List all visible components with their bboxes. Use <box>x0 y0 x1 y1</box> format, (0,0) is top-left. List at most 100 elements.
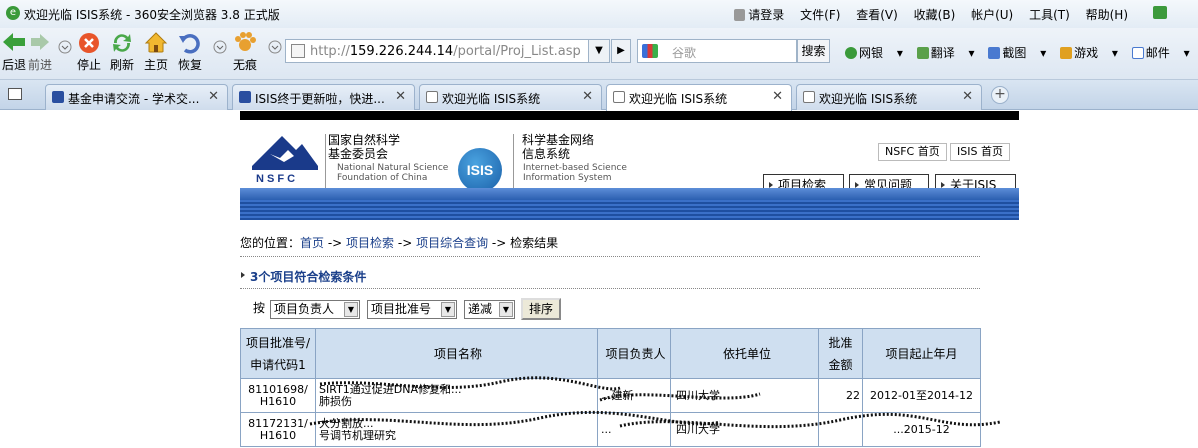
game-icon <box>1060 47 1073 59</box>
games-tool[interactable]: 游戏 ▾ <box>1060 46 1118 60</box>
col-header-amount[interactable]: 批准金额 <box>818 328 863 379</box>
tab-5[interactable]: 欢迎光临 ISIS系统 ✕ <box>796 84 982 110</box>
tab-list-icon[interactable] <box>8 88 22 100</box>
isis-home-link[interactable]: ISIS 首页 <box>950 143 1010 161</box>
sort-field-1-select[interactable]: 项目负责人 ▼ <box>270 300 360 319</box>
cell-org: 四川大学 <box>670 412 819 447</box>
back-button[interactable]: 后退 <box>0 30 28 73</box>
bank-tool[interactable]: 网银 ▾ <box>845 46 903 60</box>
cell-amount: 22 <box>818 378 863 413</box>
play-icon: ▶ <box>617 45 625 56</box>
col-header-person[interactable]: 项目负责人 <box>597 328 671 379</box>
isis-logo[interactable]: ISIS <box>458 148 502 192</box>
window-titlebar: e 欢迎光临 ISIS系统 - 360安全浏览器 3.8 正式版 请登录 文件(… <box>0 0 1198 28</box>
cell-org: 四川大学 <box>670 378 819 413</box>
menu-view[interactable]: 查看(V) <box>856 8 898 22</box>
page-favicon-icon <box>803 91 815 103</box>
col-header-name[interactable]: 项目名称 <box>315 328 598 379</box>
col-header-org[interactable]: 依托单位 <box>670 328 819 379</box>
sort-label: 按 <box>253 301 266 315</box>
chevron-down-icon: ▼ <box>441 302 455 317</box>
menu-file[interactable]: 文件(F) <box>800 8 840 22</box>
close-icon[interactable]: ✕ <box>962 89 973 104</box>
close-icon[interactable]: ✕ <box>395 89 406 104</box>
new-tab-button[interactable]: + <box>991 86 1009 104</box>
translate-icon <box>916 47 929 59</box>
isis-name: 科学基金网络 信息系统 <box>522 133 595 161</box>
home-icon <box>144 32 168 53</box>
nsfc-name: 国家自然科学 基金委员会 <box>328 133 401 161</box>
restore-button[interactable]: 恢复 <box>176 30 204 73</box>
back-arrow-icon <box>3 33 25 51</box>
sort-button[interactable]: 排序 <box>521 298 561 320</box>
address-dropdown-button[interactable]: ▼ <box>588 39 610 63</box>
menu-account[interactable]: 帐户(U) <box>971 8 1013 22</box>
restore-dropdown[interactable] <box>207 30 227 56</box>
col-header-code[interactable]: 项目批准号/申请代码1 <box>240 328 316 379</box>
scissors-icon <box>988 47 1001 59</box>
lock-icon <box>734 9 746 21</box>
site-favicon-icon <box>239 91 251 103</box>
chevron-down-icon <box>58 40 72 54</box>
login-menu[interactable]: 请登录 <box>734 8 784 22</box>
tab-1[interactable]: 基金申请交流 - 学术交... ✕ <box>45 84 228 110</box>
search-engine-icon[interactable] <box>642 44 658 58</box>
chevron-down-icon: ▼ <box>595 45 603 56</box>
search-input[interactable]: 谷歌 <box>637 39 797 63</box>
page-favicon-icon <box>426 91 438 103</box>
window-title: 欢迎光临 ISIS系统 - 360安全浏览器 3.8 正式版 <box>24 8 280 22</box>
sort-order-select[interactable]: 递减 ▼ <box>464 300 515 319</box>
translate-tool[interactable]: 翻译 ▾ <box>916 46 975 60</box>
incognito-button[interactable]: 无痕 <box>230 30 260 73</box>
incognito-dropdown[interactable] <box>262 30 282 56</box>
cell-person: ...建新 <box>597 378 671 413</box>
nsfc-english-name: National Natural Science Foundation of Ch… <box>337 163 449 183</box>
cell-code[interactable]: 81172131/H1610 <box>240 412 316 447</box>
forward-arrow-icon <box>31 34 49 50</box>
mail-tool[interactable]: 邮件 ▾ <box>1131 46 1190 60</box>
stop-icon <box>79 33 99 53</box>
skin-icon[interactable] <box>1153 6 1167 19</box>
cell-name[interactable]: 大分割放... 号调节机理研究 <box>315 412 598 447</box>
tab-4-active[interactable]: 欢迎光临 ISIS系统 ✕ <box>606 84 792 111</box>
result-count: 3个项目符合检索条件 <box>240 270 367 284</box>
close-icon[interactable]: ✕ <box>582 89 593 104</box>
sort-field-2-select[interactable]: 项目批准号 ▼ <box>367 300 457 319</box>
menu-favorites[interactable]: 收藏(B) <box>914 8 956 22</box>
nsfc-logo-text: N S F C <box>256 173 295 184</box>
search-button[interactable]: 搜索 <box>797 39 830 63</box>
cell-period: ...2015-12 <box>862 412 981 447</box>
menu-tools[interactable]: 工具(T) <box>1029 8 1070 22</box>
close-icon[interactable]: ✕ <box>208 89 219 104</box>
screenshot-tool[interactable]: 截图 ▾ <box>988 46 1046 60</box>
home-button[interactable]: 主页 <box>142 30 170 73</box>
history-dropdown[interactable] <box>52 30 72 56</box>
col-header-period[interactable]: 项目起止年月 <box>862 328 981 379</box>
nsfc-logo[interactable]: N S F C <box>250 132 320 184</box>
cell-name[interactable]: SIRT1通过促进DNA修复和... 肺损伤 <box>315 378 598 413</box>
menu-help[interactable]: 帮助(H) <box>1086 8 1128 22</box>
tab-2[interactable]: ISIS终于更新啦，快进... ✕ <box>232 84 415 110</box>
breadcrumb-home[interactable]: 首页 <box>300 236 324 250</box>
cell-code[interactable]: 81101698/H1610 <box>240 378 316 413</box>
refresh-button[interactable]: 刷新 <box>108 30 136 73</box>
address-url[interactable]: http://159.226.244.14/portal/Proj_List.a… <box>310 44 581 59</box>
tab-3[interactable]: 欢迎光临 ISIS系统 ✕ <box>419 84 602 110</box>
table-row[interactable]: 81172131/H1610 大分割放... 号调节机理研究 ... 四川大学 .… <box>240 412 981 447</box>
stop-button[interactable]: 停止 <box>76 30 102 73</box>
table-row[interactable]: 81101698/H1610 SIRT1通过促进DNA修复和... 肺损伤 ...… <box>240 378 981 413</box>
forward-button[interactable]: 前进 <box>27 30 53 73</box>
refresh-icon <box>113 34 131 52</box>
nsfc-home-link[interactable]: NSFC 首页 <box>878 143 947 161</box>
go-button[interactable]: ▶ <box>611 39 631 63</box>
breadcrumb-comprehensive-query[interactable]: 项目综合查询 <box>416 236 488 250</box>
site-header: N S F C 国家自然科学 基金委员会 National Natural Sci… <box>240 120 1019 196</box>
breadcrumb: 您的位置：首页 -> 项目检索 -> 项目综合查询 -> 检索结果 <box>240 236 559 250</box>
close-icon[interactable]: ✕ <box>772 89 783 104</box>
top-strip <box>240 111 1019 120</box>
cell-person: ... <box>597 412 671 447</box>
breadcrumb-project-search[interactable]: 项目检索 <box>346 236 394 250</box>
browser-toolbar: 后退 前进 停止 刷新 主页 恢复 无痕 http://159.226.244.… <box>0 28 1198 80</box>
results-table: 项目批准号/申请代码1 项目名称 项目负责人 依托单位 批准金额 项目起止年月 … <box>240 328 981 447</box>
address-bar[interactable]: http://159.226.244.14/portal/Proj_List.a… <box>285 39 608 63</box>
